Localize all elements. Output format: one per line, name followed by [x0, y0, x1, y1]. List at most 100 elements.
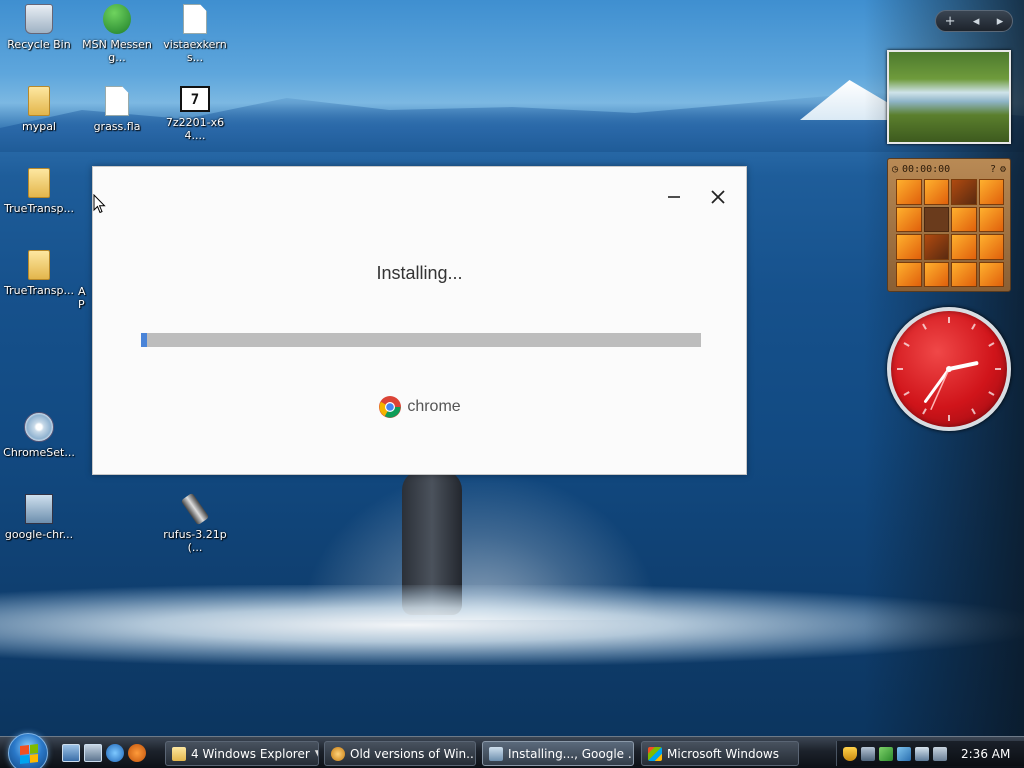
volume-muted-icon[interactable] [933, 746, 947, 761]
quick-launch-bar [62, 744, 146, 762]
switch-windows-icon[interactable] [84, 744, 102, 762]
recycle-bin-icon [25, 4, 53, 34]
clock-tick-mark [922, 408, 927, 415]
install-status-text: Installing... [376, 263, 463, 283]
desktop-icon-label: rufus-3.21p(... [163, 528, 227, 554]
puzzle-tile[interactable] [978, 261, 1004, 287]
desktop-icon-label: Recycle Bin [7, 38, 71, 51]
show-desktop-icon[interactable] [62, 744, 80, 762]
desktop-icon-recycle-bin[interactable]: Recycle Bin [0, 4, 78, 51]
desktop-icon-google-chrome-setup[interactable]: google-chr... [0, 494, 78, 541]
install-progress-fill [141, 333, 147, 347]
puzzle-tile[interactable] [951, 179, 977, 205]
puzzle-help-button[interactable]: ? [990, 164, 996, 175]
desktop-icon-label: TrueTransp... [4, 202, 74, 215]
start-button[interactable] [8, 733, 48, 768]
folder-icon [28, 250, 50, 280]
setup-cd-icon [24, 412, 54, 442]
next-page-button[interactable]: ▸ [997, 14, 1004, 29]
desktop-icon-chromesetup[interactable]: ChromeSet... [0, 412, 78, 459]
slideshow-gadget[interactable] [887, 50, 1011, 144]
puzzle-tile[interactable] [951, 206, 977, 232]
clock-tick-mark [971, 408, 976, 415]
taskbar-button-label: Installing..., Google ... [508, 746, 634, 761]
network-icon[interactable] [915, 746, 929, 761]
desktop-icon-msn-messenger[interactable]: MSN Messeng... [78, 4, 156, 64]
puzzle-tile[interactable] [978, 234, 1004, 260]
sidebar-tray-icon[interactable] [879, 746, 893, 761]
puzzle-tile[interactable] [923, 179, 949, 205]
taskbar-button-microsoft-windows[interactable]: Microsoft Windows [641, 741, 799, 766]
clock-face [897, 317, 1001, 421]
previous-page-button[interactable]: ◂ [973, 14, 980, 29]
taskbar-button-label: 4 Windows Explorer [191, 746, 310, 761]
taskbar-button-installing-chrome[interactable]: Installing..., Google ... [482, 741, 634, 766]
clock-tick-mark [988, 391, 995, 396]
desktop-icon-label: MSN Messeng... [82, 38, 152, 64]
chrome-logo-icon [379, 396, 402, 418]
desktop-icon-vistaexkerns[interactable]: vistaexkerns... [156, 4, 234, 64]
notification-area: 2:36 AM [836, 741, 1024, 766]
sidebar-controls: + ◂ ▸ [935, 10, 1013, 32]
mouse-cursor-icon [93, 194, 106, 214]
add-gadget-button[interactable]: + [945, 14, 956, 29]
clock-tick-mark [903, 391, 910, 396]
windows-update-icon[interactable] [897, 746, 911, 761]
minimize-icon [668, 196, 680, 198]
browser-icon [331, 746, 345, 761]
desktop-icon-label: vistaexkerns... [163, 38, 227, 64]
clock-tick-mark [988, 342, 995, 347]
media-player-icon[interactable] [128, 744, 146, 762]
puzzle-empty-slot [923, 206, 949, 232]
chevron-down-icon: ▼ [315, 749, 318, 759]
document-icon [183, 4, 207, 34]
msn-messenger-icon [103, 4, 131, 34]
desktop-icon-7zip-installer[interactable]: 7 7z2201-x64.... [156, 86, 234, 142]
taskbar-button-label: Old versions of Win... [350, 746, 476, 761]
taskbar-button-old-versions[interactable]: Old versions of Win... [324, 741, 476, 766]
clock-tick-mark [922, 323, 927, 330]
taskbar-button-windows-explorer[interactable]: 4 Windows Explorer ▼ [165, 741, 319, 766]
desktop-icon-label: google-chr... [4, 528, 74, 541]
desktop-icon-mypal[interactable]: mypal [0, 86, 78, 133]
close-button[interactable] [703, 183, 733, 211]
desktop-icon-label: TrueTransp... [4, 284, 74, 297]
desktop-icon-truetransp-2[interactable]: TrueTransp... [0, 250, 78, 297]
desktop-icon-label: 7z2201-x64.... [165, 116, 225, 142]
security-shield-icon[interactable] [843, 746, 857, 761]
picture-puzzle-gadget[interactable]: ◷ 00:00:00 ? ⚙ [887, 158, 1011, 292]
taskbar-button-label: Microsoft Windows [667, 746, 779, 761]
network-status-icon[interactable] [861, 746, 875, 761]
clock-hour-hand [947, 361, 979, 371]
minimize-button[interactable] [659, 183, 689, 211]
chrome-brand-text: chrome [407, 398, 461, 415]
chrome-installer-window: Installing... chrome [92, 166, 747, 475]
chrome-brand: chrome [93, 395, 746, 419]
desktop-icon-grass-fla[interactable]: grass.fla [78, 86, 156, 133]
puzzle-tile[interactable] [978, 206, 1004, 232]
puzzle-tile[interactable] [896, 179, 922, 205]
usb-drive-icon [180, 492, 210, 526]
puzzle-tile[interactable] [896, 261, 922, 287]
puzzle-tile[interactable] [978, 179, 1004, 205]
windows-flag-icon [648, 746, 662, 761]
desktop-icon-label: grass.fla [93, 120, 141, 133]
setup-program-icon [489, 746, 503, 761]
puzzle-timer: 00:00:00 [902, 163, 951, 175]
puzzle-tile[interactable] [951, 234, 977, 260]
folder-icon [172, 746, 186, 761]
internet-explorer-icon[interactable] [106, 744, 124, 762]
desktop-icon-truetransp-1[interactable]: TrueTransp... [0, 168, 78, 215]
puzzle-tile[interactable] [896, 234, 922, 260]
puzzle-solve-icon[interactable]: ⚙ [1000, 164, 1006, 175]
clock-tick-mark [971, 323, 976, 330]
puzzle-tile[interactable] [923, 261, 949, 287]
desktop-icon-rufus[interactable]: rufus-3.21p(... [156, 492, 234, 554]
puzzle-tile[interactable] [896, 206, 922, 232]
taskbar-clock[interactable]: 2:36 AM [961, 747, 1010, 761]
clock-tick-mark [903, 342, 910, 347]
puzzle-tile[interactable] [951, 261, 977, 287]
clock-gadget[interactable] [887, 307, 1011, 431]
puzzle-tile[interactable] [923, 234, 949, 260]
folder-icon [28, 86, 50, 116]
